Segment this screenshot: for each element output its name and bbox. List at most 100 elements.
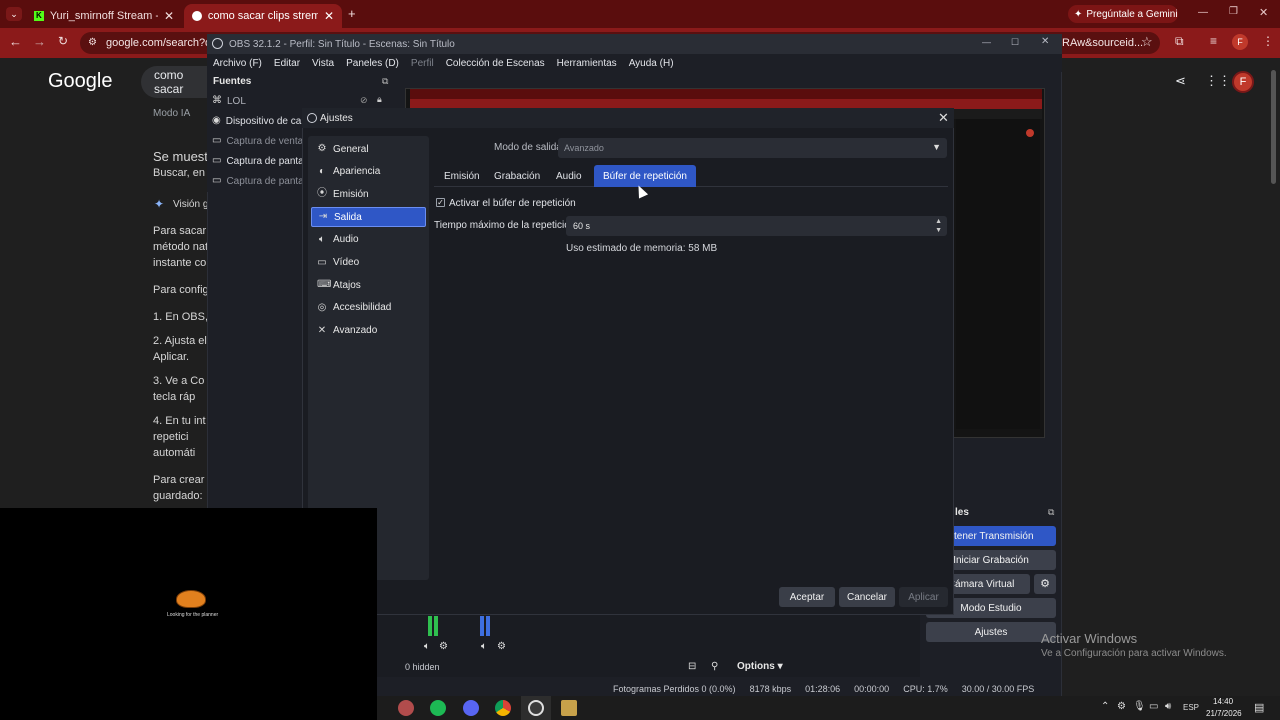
search-input[interactable]: como sacar xyxy=(141,66,211,98)
menu-coleccion[interactable]: Colección de Escenas xyxy=(446,58,545,69)
menu-kebab-icon[interactable]: ⋮ xyxy=(1262,34,1274,48)
sidebar-item-audio[interactable]: 🔈︎ Audio xyxy=(311,230,426,250)
sidebar-item-avanzado[interactable]: ✕ Avanzado xyxy=(311,321,426,341)
menu-editar[interactable]: Editar xyxy=(274,58,300,69)
forward-icon[interactable]: → xyxy=(33,34,46,49)
max-time-spinbox[interactable]: 60 s ▲ ▼ xyxy=(566,216,947,236)
browser-tab-google[interactable]: como sacar clips stremando en ✕ xyxy=(184,4,342,28)
reload-icon[interactable]: ↻ xyxy=(58,34,68,48)
gemini-button[interactable]: ✦ Pregúntale a Gemini xyxy=(1068,5,1178,23)
tab-bufer-repeticion[interactable]: Búfer de repetición xyxy=(594,165,696,187)
sidebar-item-general[interactable]: ⚙ General xyxy=(311,139,426,159)
browser-tab-twitch[interactable]: K Yuri_smirnoff Stream - Watch L ✕ xyxy=(26,4,182,28)
camera-icon: ◉ xyxy=(212,115,221,126)
visibility-hidden-icon[interactable]: ⊘ xyxy=(360,95,368,106)
profile-avatar[interactable]: F xyxy=(1232,34,1248,50)
tray-app-icon[interactable]: ⚙ xyxy=(1117,701,1126,712)
google-logo: Google xyxy=(48,70,113,92)
maximize-icon[interactable]: ❐ xyxy=(1229,6,1238,17)
obs-maximize-icon[interactable]: ☐ xyxy=(1011,37,1019,48)
source-item-capture-device[interactable]: ◉ Dispositivo de cap xyxy=(212,112,304,130)
result-text-line: Buscar, en c xyxy=(153,167,214,179)
sidebar-item-emision[interactable]: ⦿ Emisión xyxy=(311,184,426,204)
lock-icon[interactable]: 🔒︎ xyxy=(377,94,382,105)
tab-emision[interactable]: Emisión xyxy=(435,165,489,187)
spotify-icon[interactable] xyxy=(430,700,446,716)
bookmark-star-icon[interactable]: ☆ xyxy=(1141,34,1153,50)
extensions-icon[interactable]: ⧉ xyxy=(1175,34,1184,49)
spin-down-icon[interactable]: ▼ xyxy=(935,227,942,234)
tab-ai-mode[interactable]: Modo IA xyxy=(153,108,190,119)
chrome-icon[interactable] xyxy=(495,700,511,716)
source-item-display-capture[interactable]: ▭ Captura de pantal xyxy=(212,152,304,170)
accept-button[interactable]: Aceptar xyxy=(779,587,835,607)
new-tab-button[interactable]: + xyxy=(348,6,356,21)
discord-icon[interactable] xyxy=(463,700,479,716)
dock-float-icon[interactable]: ⧉ xyxy=(382,76,388,87)
dialog-title: Ajustes xyxy=(320,112,353,124)
sidebar-item-video[interactable]: ▭ Vídeo xyxy=(311,253,426,273)
source-item-lol[interactable]: ⌘ LOL xyxy=(212,92,304,110)
close-icon[interactable]: ✕ xyxy=(164,9,174,23)
layout-icon[interactable]: ⊟ xyxy=(688,661,696,672)
language-indicator[interactable]: ESP xyxy=(1183,703,1199,712)
cancel-button[interactable]: Cancelar xyxy=(839,587,895,607)
close-icon[interactable]: ✕ xyxy=(324,9,334,23)
settings-button[interactable]: Ajustes xyxy=(926,622,1056,642)
mixer-settings-gear-icon[interactable]: ⚙ xyxy=(439,641,448,652)
menu-ayuda[interactable]: Ayuda (H) xyxy=(629,58,674,69)
speaker-icon[interactable]: 🔈︎ xyxy=(481,641,487,652)
obs-minimize-icon[interactable]: — xyxy=(982,37,991,47)
monitor-icon: ▭ xyxy=(212,155,222,166)
speaker-icon[interactable]: 🔈︎ xyxy=(424,641,430,652)
apply-button[interactable]: Aplicar xyxy=(899,587,948,607)
microphone-icon[interactable]: 🎙︎ xyxy=(1133,701,1146,712)
minimize-icon[interactable]: — xyxy=(1198,7,1208,18)
close-window-icon[interactable]: ✕ xyxy=(1259,6,1268,19)
notifications-icon[interactable]: ▤ xyxy=(1254,701,1264,714)
monitor-icon: ▭ xyxy=(317,256,327,268)
menu-herramientas[interactable]: Herramientas xyxy=(557,58,617,69)
clock-time[interactable]: 14:40 xyxy=(1213,697,1233,706)
source-item-display-capture-2[interactable]: ▭ Captura de pantal xyxy=(212,172,304,190)
volume-icon[interactable]: 🔊︎ xyxy=(1165,701,1171,712)
sidebar-item-accesibilidad[interactable]: ◎ Accesibilidad xyxy=(311,298,426,318)
output-mode-select[interactable]: Avanzado ▼ xyxy=(558,138,947,158)
mixer-options-button[interactable]: Options ▾ xyxy=(737,661,783,672)
site-info-icon[interactable]: ⚙ xyxy=(88,37,97,48)
spin-up-icon[interactable]: ▲ xyxy=(935,218,942,225)
tray-chevron-icon[interactable]: ⌃ xyxy=(1101,701,1109,712)
menu-perfil[interactable]: Perfil xyxy=(411,58,434,69)
share-icon[interactable]: ⋖ xyxy=(1175,73,1186,89)
google-avatar[interactable]: F xyxy=(1232,71,1254,93)
menu-vista[interactable]: Vista xyxy=(312,58,334,69)
replay-buffer-checkbox[interactable]: ✓ xyxy=(436,198,445,207)
mixer-settings-gear-icon[interactable]: ⚙ xyxy=(497,641,506,652)
wrench-icon: ✕ xyxy=(317,324,327,336)
virtual-camera-settings-gear-icon[interactable]: ⚙ xyxy=(1034,574,1056,594)
network-icon[interactable]: ▭ xyxy=(1149,701,1158,712)
close-icon[interactable]: ✕ xyxy=(938,110,949,126)
source-item-window-capture[interactable]: ▭ Captura de ventar xyxy=(212,132,304,150)
menu-archivo[interactable]: Archivo (F) xyxy=(213,58,262,69)
taskbar-app-icon[interactable] xyxy=(398,700,414,716)
league-client-icon[interactable] xyxy=(561,700,577,716)
apps-grid-icon[interactable]: ⋮⋮ xyxy=(1205,73,1231,89)
sidebar-item-apariencia[interactable]: ◐ Apariencia xyxy=(311,162,426,182)
controls-dock-title: les xyxy=(955,507,969,518)
link-icon[interactable]: ⚲ xyxy=(711,661,718,672)
obs-close-icon[interactable]: ✕ xyxy=(1041,36,1049,47)
sidebar-item-atajos[interactable]: ⌨ Atajos xyxy=(311,275,426,295)
output-icon: ⇥ xyxy=(318,211,328,223)
tab-audio[interactable]: Audio xyxy=(547,165,591,187)
page-scrollbar[interactable] xyxy=(1271,70,1276,184)
clock-date[interactable]: 21/7/2026 xyxy=(1206,709,1242,718)
tab-search-chevron[interactable]: ⌄ xyxy=(6,7,22,21)
tab-grabacion[interactable]: Grabación xyxy=(485,165,549,187)
sidebar-item-salida[interactable]: ⇥ Salida xyxy=(311,207,426,228)
dock-float-icon[interactable]: ⧉ xyxy=(1048,507,1054,518)
menu-paneles[interactable]: Paneles (D) xyxy=(346,58,399,69)
media-icon[interactable]: ≡ xyxy=(1210,34,1217,48)
back-icon[interactable]: ← xyxy=(9,34,22,49)
max-time-label: Tiempo máximo de la repetición xyxy=(434,220,576,231)
